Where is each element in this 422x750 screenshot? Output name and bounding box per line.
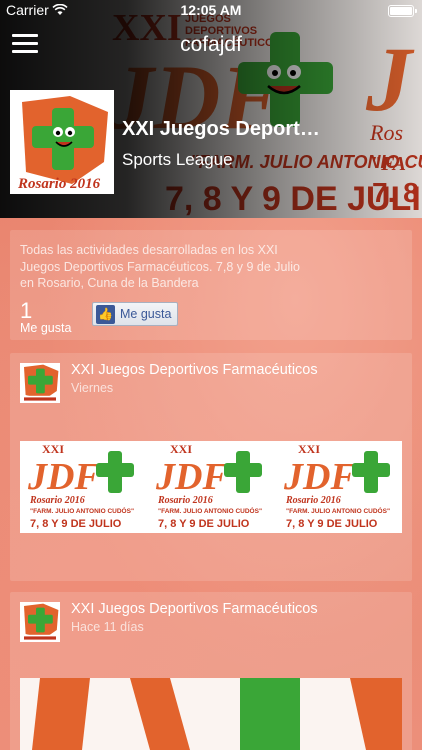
- svg-text:7, 8 Y 9 DE JULIO: 7, 8 Y 9 DE JULIO: [286, 518, 378, 530]
- logo-xxi-text: XXI: [42, 442, 64, 456]
- page-category: Sports League: [122, 150, 233, 169]
- thumbs-up-icon: 👍: [96, 305, 115, 324]
- post-author[interactable]: XXI Juegos Deportivos Farmacéuticos: [71, 601, 318, 617]
- feed-post[interactable]: XXI Juegos Deportivos Farmacéuticos Hace…: [10, 592, 412, 750]
- logo-honoree-text: "FARM. JULIO ANTONIO CUDÓS": [30, 506, 134, 515]
- app-title: cofajdf: [180, 33, 242, 56]
- post-avatar[interactable]: [20, 363, 60, 403]
- svg-text:JDF: JDF: [155, 456, 228, 498]
- post-image-art: XXI JDF Rosario 2016 "FARM. JULIO ANTONI…: [20, 441, 402, 533]
- post-logo: [20, 363, 60, 403]
- svg-text:Rosario 2016: Rosario 2016: [157, 495, 213, 506]
- page-avatar[interactable]: Rosario 2016: [10, 90, 114, 194]
- post-avatar[interactable]: [20, 602, 60, 642]
- logo-jdf-text: JDF: [27, 456, 100, 498]
- page-name: XXI Juegos Deportivos Farmacéuticos: [122, 118, 322, 140]
- status-bar: Carrier 12:05 AM: [0, 0, 422, 20]
- svg-text:XXI: XXI: [298, 442, 320, 456]
- post-logo: [20, 602, 60, 642]
- svg-text:7, 8 Y 9 DE JULIO: 7, 8 Y 9 DE JULIO: [158, 518, 250, 530]
- post-image[interactable]: [20, 678, 402, 750]
- post-image[interactable]: XXI JDF Rosario 2016 "FARM. JULIO ANTONI…: [20, 441, 402, 533]
- svg-text:XXI: XXI: [170, 442, 192, 456]
- svg-text:Rosario 2016: Rosario 2016: [29, 495, 85, 506]
- post-image-art: [20, 678, 402, 750]
- svg-text:Rosario 2016: Rosario 2016: [285, 495, 341, 506]
- clock: 12:05 AM: [180, 2, 242, 18]
- post-timestamp: Viernes: [71, 381, 114, 395]
- page-logo: Rosario 2016: [12, 92, 112, 192]
- feed-post[interactable]: XXI Juegos Deportivos Farmacéuticos Vier…: [10, 353, 412, 581]
- about-card: Todas las actividades desarrolladas en l…: [10, 230, 412, 340]
- like-button-label: Me gusta: [120, 307, 172, 321]
- svg-text:JDF: JDF: [283, 456, 356, 498]
- like-button[interactable]: 👍 Me gusta: [92, 302, 178, 326]
- post-author[interactable]: XXI Juegos Deportivos Farmacéuticos: [71, 362, 318, 378]
- battery-icon: [388, 5, 417, 17]
- post-timestamp: Hace 11 días: [71, 620, 144, 634]
- logo-dates-text: 7, 8 Y 9 DE JULIO: [30, 518, 122, 530]
- logo-city-text: Rosario 2016: [17, 176, 101, 192]
- page-header: XXI JUEGOS DEPORTIVOS FARMACÉUTICOS JDF …: [0, 0, 422, 218]
- page-description: Todas las actividades desarrolladas en l…: [20, 243, 300, 290]
- likes-label: Me gusta: [20, 321, 72, 335]
- svg-text:"FARM. JULIO ANTONIO CUDÓS": "FARM. JULIO ANTONIO CUDÓS": [158, 506, 262, 515]
- svg-text:"FARM. JULIO ANTONIO CUDÓS": "FARM. JULIO ANTONIO CUDÓS": [286, 506, 390, 515]
